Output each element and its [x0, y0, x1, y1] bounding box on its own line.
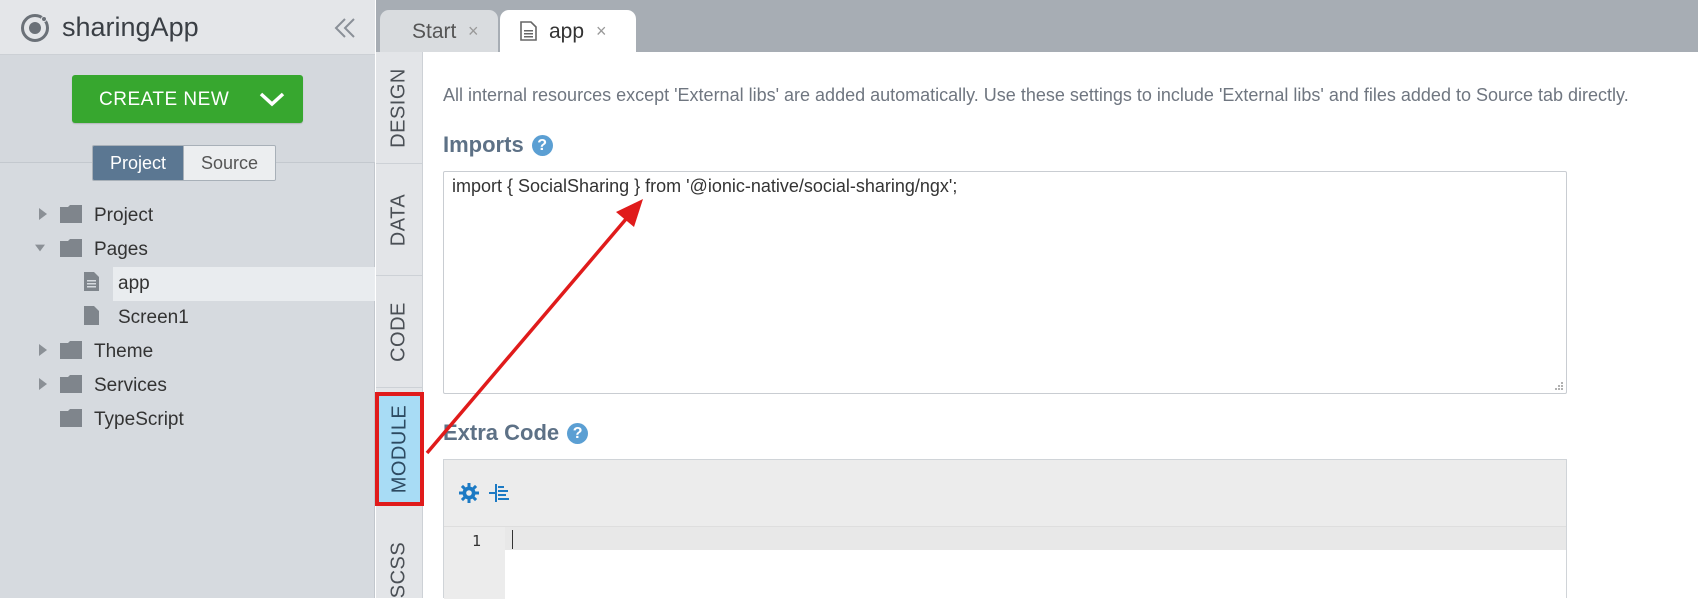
- vtab-label: CODE: [387, 301, 410, 362]
- folder-icon: [60, 409, 82, 427]
- imports-value: import { SocialSharing } from '@ionic-na…: [452, 176, 958, 196]
- view-toggle: Project Source: [92, 145, 277, 181]
- module-panel: All internal resources except 'External …: [423, 52, 1698, 599]
- tree-item-screen1[interactable]: Screen1: [0, 300, 375, 334]
- app-header: sharingApp: [0, 0, 375, 55]
- help-icon[interactable]: ?: [531, 135, 553, 156]
- vtab-data[interactable]: DATA: [376, 164, 422, 276]
- vtab-scss[interactable]: SCSS: [376, 510, 422, 598]
- imports-textarea[interactable]: import { SocialSharing } from '@ionic-na…: [443, 171, 1567, 394]
- file-icon: [520, 21, 537, 41]
- active-line-highlight: [444, 527, 1566, 550]
- vtab-label: MODULE: [388, 404, 410, 494]
- app-title: sharingApp: [62, 12, 199, 42]
- tree-item-label: Services: [94, 375, 167, 396]
- folder-icon: [60, 239, 82, 257]
- tab-label: app: [549, 20, 585, 43]
- tree-item-label: app: [118, 273, 150, 294]
- create-new-label: CREATE NEW: [99, 89, 230, 110]
- tree-item-app[interactable]: app: [0, 266, 375, 301]
- help-icon[interactable]: ?: [567, 423, 589, 444]
- folder-icon: [60, 205, 82, 223]
- indent-icon[interactable]: [488, 482, 510, 504]
- double-chevron-left-icon[interactable]: [333, 17, 357, 39]
- vtab-label: DESIGN: [387, 67, 410, 148]
- tab-bar: Start × app ×: [376, 0, 1698, 52]
- tab-close-button[interactable]: ×: [468, 21, 479, 42]
- resize-grip-icon[interactable]: [1554, 381, 1564, 391]
- file-icon: [84, 272, 99, 291]
- tree-item-label: Project: [94, 205, 154, 226]
- vtab-label: SCSS: [387, 541, 410, 599]
- tree-item-label: Theme: [94, 341, 154, 362]
- tree-item-label: Pages: [94, 239, 148, 260]
- sidebar: sharingApp CREATE NEW Project Source Pro…: [0, 0, 375, 598]
- line-number: 1: [472, 532, 482, 550]
- tree-item-pages[interactable]: Pages: [0, 232, 375, 266]
- extra-code-heading: Extra Code?: [443, 420, 589, 446]
- tree-item-theme[interactable]: Theme: [0, 334, 375, 368]
- hint-text: All internal resources except 'External …: [443, 85, 1629, 105]
- editor-toolbar: [444, 460, 1566, 527]
- tree-item-label: Screen1: [118, 307, 189, 328]
- extra-code-editor[interactable]: 1: [443, 459, 1567, 599]
- project-toggle-button[interactable]: Project: [93, 146, 184, 180]
- tab-close-button[interactable]: ×: [596, 21, 607, 42]
- selection-highlight: [113, 267, 375, 301]
- vtab-code[interactable]: CODE: [376, 276, 422, 388]
- vertical-tabs: DESIGN DATA CODE MODULE SCSS: [375, 52, 424, 598]
- line-gutter: 1: [444, 527, 505, 599]
- tree-item-typescript[interactable]: TypeScript: [0, 402, 375, 436]
- create-new-button[interactable]: CREATE NEW: [72, 75, 303, 123]
- imports-title: Imports: [443, 132, 524, 157]
- source-toggle-button[interactable]: Source: [183, 146, 276, 180]
- collapse-arrow-icon[interactable]: [35, 242, 45, 254]
- tree-item-project[interactable]: Project: [0, 198, 375, 232]
- imports-heading: Imports?: [443, 132, 553, 158]
- chevron-down-icon[interactable]: [258, 90, 286, 108]
- tree-item-label: TypeScript: [94, 409, 184, 430]
- vtab-design[interactable]: DESIGN: [376, 52, 422, 164]
- expand-arrow-icon[interactable]: [38, 208, 48, 220]
- vtab-module[interactable]: MODULE: [375, 392, 424, 506]
- gear-icon[interactable]: [458, 482, 480, 504]
- tab-label: Start: [412, 20, 457, 43]
- extra-code-title: Extra Code: [443, 420, 560, 445]
- vtab-label: DATA: [387, 193, 410, 246]
- expand-arrow-icon[interactable]: [38, 378, 48, 390]
- expand-arrow-icon[interactable]: [38, 344, 48, 356]
- file-icon: [84, 306, 99, 325]
- create-area: CREATE NEW Project Source: [0, 55, 375, 181]
- folder-icon: [60, 375, 82, 393]
- ionic-logo-icon: [21, 14, 49, 42]
- tab-start[interactable]: Start ×: [380, 10, 498, 52]
- tab-app[interactable]: app ×: [500, 10, 636, 52]
- tree-item-services[interactable]: Services: [0, 368, 375, 402]
- text-cursor: [512, 530, 513, 549]
- folder-icon: [60, 341, 82, 359]
